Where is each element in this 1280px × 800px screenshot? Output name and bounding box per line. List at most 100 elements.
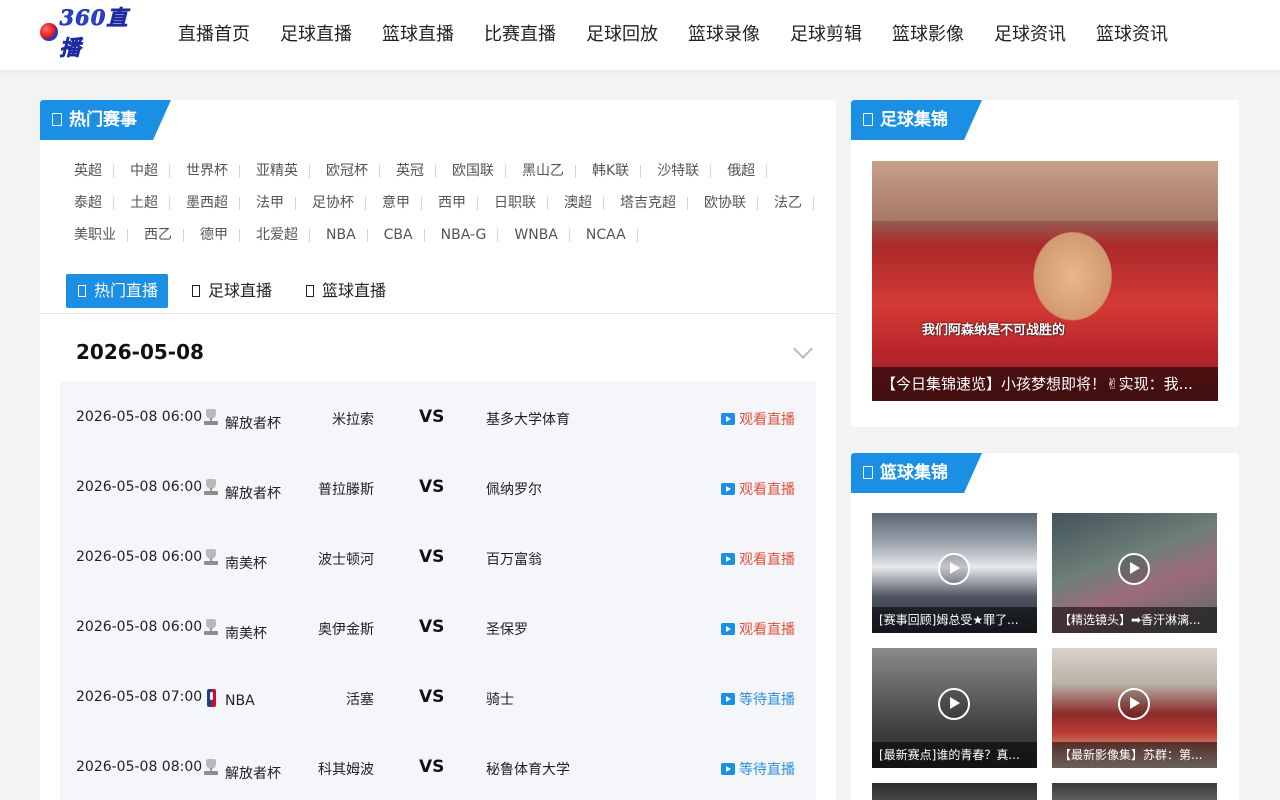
league-link[interactable]: CBA — [368, 221, 425, 253]
nav-item-match-live[interactable]: 比赛直播 — [484, 20, 556, 50]
match-league[interactable]: 南美杯 — [225, 553, 267, 573]
league-link[interactable]: 西乙 — [128, 221, 184, 253]
league-link[interactable]: 中超 — [114, 157, 170, 189]
video-caption: [赛事回顾]姆总受★罪了... — [872, 607, 1037, 633]
basketball-video[interactable]: [赛事回顾]姆总受★罪了... — [872, 513, 1037, 633]
league-link[interactable]: 北爱超 — [240, 221, 310, 253]
match-league[interactable]: NBA — [225, 693, 255, 709]
watch-live-button[interactable]: 观看直播 — [721, 479, 795, 499]
nav-item-football-news[interactable]: 足球资讯 — [994, 20, 1066, 50]
play-icon — [721, 623, 735, 635]
play-icon — [1118, 688, 1150, 720]
league-link[interactable]: 墨西超 — [170, 189, 240, 221]
league-link[interactable]: 足协杯 — [296, 189, 366, 221]
league-link[interactable]: 韩K联 — [576, 157, 642, 189]
league-link[interactable]: 西甲 — [422, 189, 478, 221]
watch-live-button[interactable]: 观看直播 — [721, 619, 795, 639]
nav-item-football-replay[interactable]: 足球回放 — [586, 20, 658, 50]
nav-item-basketball-videos[interactable]: 篮球影像 — [892, 20, 964, 50]
league-link[interactable]: 欧国联 — [436, 157, 506, 189]
watch-live-button[interactable]: 观看直播 — [721, 549, 795, 569]
tab-basketball-live[interactable]: 篮球直播 — [294, 274, 396, 308]
calendar-icon — [52, 113, 62, 126]
league-link[interactable]: 塔吉克超 — [604, 189, 688, 221]
league-link[interactable]: 欧冠杯 — [310, 157, 380, 189]
tab-football-live[interactable]: 足球直播 — [180, 274, 282, 308]
trophy-base — [204, 491, 218, 495]
match-league[interactable]: 南美杯 — [225, 623, 267, 643]
league-link[interactable]: 泰超 — [58, 189, 114, 221]
hot-events-title: 热门赛事 — [40, 100, 171, 140]
league-link[interactable]: 土超 — [114, 189, 170, 221]
league-link[interactable]: NBA-G — [425, 221, 499, 253]
league-link[interactable]: NCAA — [570, 221, 638, 253]
vs-label: VS — [419, 687, 445, 707]
home-team: 普拉滕斯 — [318, 482, 374, 498]
football-highlights-title: 足球集锦 — [851, 100, 982, 140]
basketball-video-partial[interactable] — [1052, 783, 1217, 800]
league-link[interactable]: 英超 — [58, 157, 114, 189]
video-caption: 【最新影像集】苏群：第... — [1052, 742, 1217, 768]
league-link[interactable]: 澳超 — [548, 189, 604, 221]
league-link[interactable]: 俄超 — [711, 157, 768, 189]
chevron-down-icon[interactable] — [793, 339, 813, 359]
league-link[interactable]: 欧协联 — [688, 189, 758, 221]
trophy-icon — [203, 549, 219, 567]
trophy-base — [204, 631, 218, 635]
basketball-highlights-panel: 篮球集锦 [赛事回顾]姆总受★罪了... 【精选镜头】➡香汗淋漓... [最新赛… — [851, 453, 1239, 800]
vs-label: VS — [419, 617, 445, 637]
league-link[interactable]: WNBA — [498, 221, 570, 253]
nav-item-football-live[interactable]: 足球直播 — [280, 20, 352, 50]
league-row: 美职业 西乙 德甲 北爱超 NBA CBA NBA-G WNBA NCAA — [58, 221, 828, 253]
league-link[interactable]: 日职联 — [478, 189, 548, 221]
tab-marker-icon — [192, 285, 201, 297]
nba-logo-icon — [207, 689, 216, 707]
league-link[interactable]: 英冠 — [380, 157, 436, 189]
main-nav: 直播首页 足球直播 篮球直播 比赛直播 足球回放 篮球录像 足球剪辑 篮球影像 … — [163, 20, 1183, 50]
league-link[interactable]: 沙特联 — [641, 157, 712, 189]
away-team: 佩纳罗尔 — [486, 482, 542, 498]
trophy-base — [204, 771, 218, 775]
action-label: 观看直播 — [739, 412, 795, 428]
basketball-video[interactable]: 【最新影像集】苏群：第... — [1052, 648, 1217, 768]
league-link[interactable]: 黑山乙 — [506, 157, 576, 189]
basketball-video-partial[interactable] — [872, 783, 1037, 800]
nav-item-football-clips[interactable]: 足球剪辑 — [790, 20, 862, 50]
watch-live-button[interactable]: 观看直播 — [721, 409, 795, 429]
football-highlight-video[interactable]: 我们阿森纳是不可战胜的 【今日集锦速览】小孩梦想即将！✌实现：我... — [872, 161, 1218, 401]
league-link[interactable]: 美职业 — [58, 221, 128, 253]
nav-item-basketball-news[interactable]: 篮球资讯 — [1096, 20, 1168, 50]
video-caption: 【今日集锦速览】小孩梦想即将！✌实现：我... — [872, 367, 1218, 401]
wait-live-button[interactable]: 等待直播 — [721, 689, 795, 709]
match-row: 2026-05-08 06:00 解放者杯 普拉滕斯 VS 佩纳罗尔 观看直播 — [60, 452, 816, 522]
site-logo[interactable]: 360直播 — [40, 5, 148, 60]
league-row: 英超 中超 世界杯 亚精英 欧冠杯 英冠 欧国联 黑山乙 韩K联 沙特联 俄超 — [58, 157, 828, 189]
match-row: 2026-05-08 06:00 南美杯 奥伊金斯 VS 圣保罗 观看直播 — [60, 592, 816, 662]
tab-marker-icon — [78, 285, 86, 297]
nav-item-basketball-recordings[interactable]: 篮球录像 — [688, 20, 760, 50]
match-league[interactable]: 解放者杯 — [225, 763, 281, 783]
league-link[interactable]: 法甲 — [240, 189, 296, 221]
match-league[interactable]: 解放者杯 — [225, 483, 281, 503]
nav-item-home[interactable]: 直播首页 — [178, 20, 250, 50]
site-header: 360直播 直播首页 足球直播 篮球直播 比赛直播 足球回放 篮球录像 足球剪辑… — [0, 0, 1280, 70]
league-link[interactable]: 亚精英 — [240, 157, 310, 189]
play-icon — [721, 693, 735, 705]
basketball-video[interactable]: [最新赛点]谁的青春？真... — [872, 648, 1037, 768]
home-team: 米拉索 — [332, 412, 374, 428]
league-link[interactable]: 意甲 — [366, 189, 422, 221]
league-link[interactable]: 法乙 — [758, 189, 814, 221]
home-team: 波士顿河 — [318, 552, 374, 568]
wait-live-button[interactable]: 等待直播 — [721, 759, 795, 779]
league-link[interactable]: 德甲 — [184, 221, 240, 253]
nav-item-basketball-live[interactable]: 篮球直播 — [382, 20, 454, 50]
football-highlights-panel: 足球集锦 我们阿森纳是不可战胜的 【今日集锦速览】小孩梦想即将！✌实现：我... — [851, 100, 1239, 427]
tab-hot-live[interactable]: 热门直播 — [66, 274, 169, 308]
match-league[interactable]: 解放者杯 — [225, 413, 281, 433]
league-link[interactable]: 世界杯 — [170, 157, 240, 189]
basketball-video[interactable]: 【精选镜头】➡香汗淋漓... — [1052, 513, 1217, 633]
match-time: 2026-05-08 08:00 — [76, 759, 203, 775]
video-caption: [最新赛点]谁的青春？真... — [872, 742, 1037, 768]
action-label: 观看直播 — [739, 622, 795, 638]
league-link[interactable]: NBA — [310, 221, 368, 253]
